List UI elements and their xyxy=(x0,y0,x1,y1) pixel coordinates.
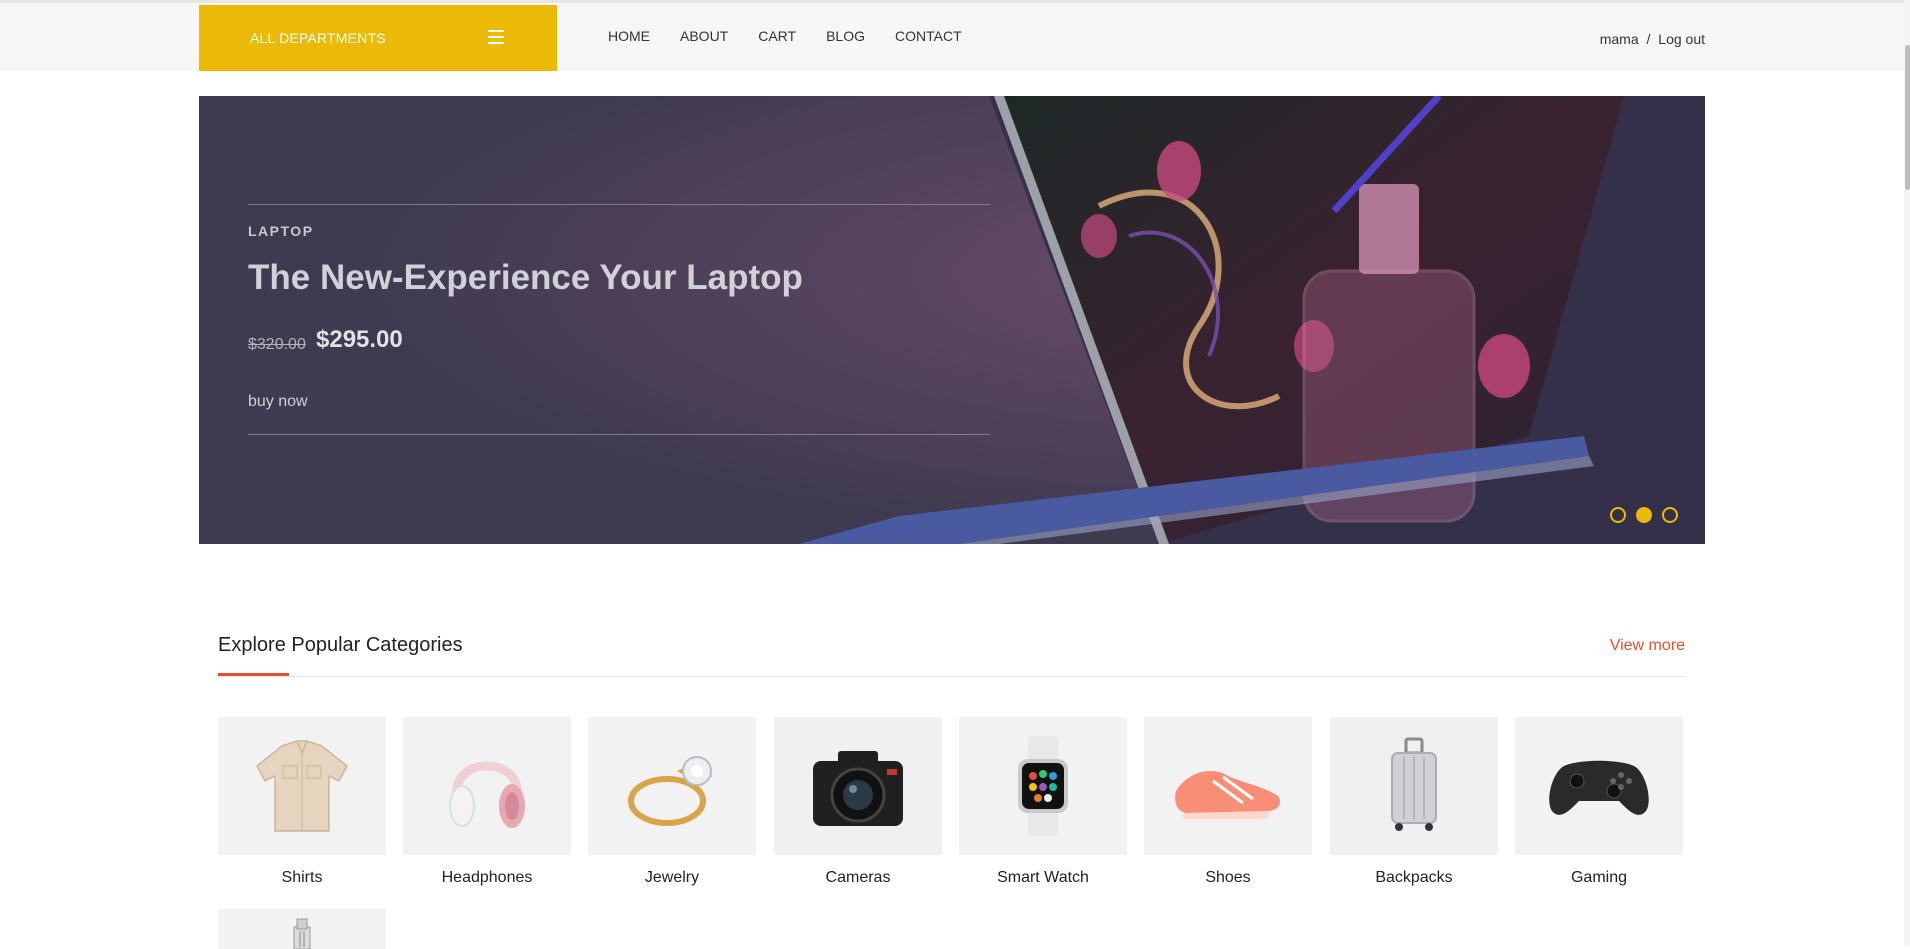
category-card-smart-watch[interactable]: Smart Watch xyxy=(959,717,1127,887)
category-card-gaming[interactable]: Gaming xyxy=(1515,717,1683,887)
all-departments-label: ALL DEPARTMENTS xyxy=(250,30,386,46)
scrollbar[interactable] xyxy=(1904,0,1910,946)
suitcase-icon xyxy=(1391,737,1437,831)
category-card-backpacks[interactable]: Backpacks xyxy=(1330,717,1498,887)
category-card-headphones[interactable]: Headphones xyxy=(403,717,571,887)
buy-now-link[interactable]: buy now xyxy=(248,393,308,411)
slider-dot-1[interactable] xyxy=(1610,507,1626,523)
section-title: Explore Popular Categories xyxy=(218,634,463,656)
account-links: mama / Log out xyxy=(1600,31,1705,47)
ring-icon xyxy=(628,756,712,826)
account-separator: / xyxy=(1646,31,1651,47)
category-card-partial[interactable] xyxy=(218,909,386,949)
headphones-icon xyxy=(449,761,525,828)
section-title-underline xyxy=(218,673,289,676)
category-card-jewelry[interactable]: Jewelry xyxy=(588,717,756,887)
section-divider xyxy=(218,676,1685,677)
main-nav: HOME ABOUT CART BLOG CONTACT xyxy=(608,28,992,44)
nav-blog[interactable]: BLOG xyxy=(826,28,865,44)
hero-top-rule xyxy=(248,204,990,205)
category-label: Jewelry xyxy=(644,869,700,886)
all-departments-button[interactable]: ALL DEPARTMENTS xyxy=(199,5,557,71)
watch-icon xyxy=(1018,736,1068,836)
slider-dot-3[interactable] xyxy=(1662,507,1678,523)
bottle-icon xyxy=(293,918,311,949)
hero-slider: LAPTOP The New-Experience Your Laptop $3… xyxy=(199,96,1705,544)
slider-dots xyxy=(1610,507,1678,523)
category-label: Headphones xyxy=(441,869,533,886)
laptop-image xyxy=(199,96,1705,544)
scrollbar-thumb[interactable] xyxy=(1905,45,1910,190)
shoe-icon xyxy=(1175,771,1280,819)
nav-contact[interactable]: CONTACT xyxy=(895,28,962,44)
category-card-shirts[interactable]: Shirts xyxy=(218,717,386,887)
hero-title: The New-Experience Your Laptop xyxy=(248,258,803,297)
hero-bottom-rule xyxy=(248,434,990,435)
nav-about[interactable]: ABOUT xyxy=(680,28,728,44)
username-link[interactable]: mama xyxy=(1600,31,1639,47)
camera-icon xyxy=(813,751,903,826)
view-more-link[interactable]: View more xyxy=(1610,637,1685,655)
category-label: Backpacks xyxy=(1375,869,1453,886)
slider-dot-2[interactable] xyxy=(1636,507,1652,523)
category-label: Shirts xyxy=(281,869,323,886)
gamepad-icon xyxy=(1549,760,1649,815)
menu-icon[interactable] xyxy=(488,30,506,44)
hero-old-price: $320.00 xyxy=(248,336,306,353)
nav-cart[interactable]: CART xyxy=(758,28,796,44)
nav-home[interactable]: HOME xyxy=(608,28,650,44)
category-card-cameras[interactable]: Cameras xyxy=(774,717,942,887)
category-label: Smart Watch xyxy=(997,869,1089,886)
shirt-icon xyxy=(256,740,348,832)
category-card-shoes[interactable]: Shoes xyxy=(1144,717,1312,887)
category-label: Shoes xyxy=(1205,869,1251,886)
category-label: Gaming xyxy=(1570,869,1628,886)
category-label: Cameras xyxy=(825,869,891,886)
logout-link[interactable]: Log out xyxy=(1658,31,1705,47)
hero-new-price: $295.00 xyxy=(316,326,403,353)
hero-category: LAPTOP xyxy=(248,223,314,239)
